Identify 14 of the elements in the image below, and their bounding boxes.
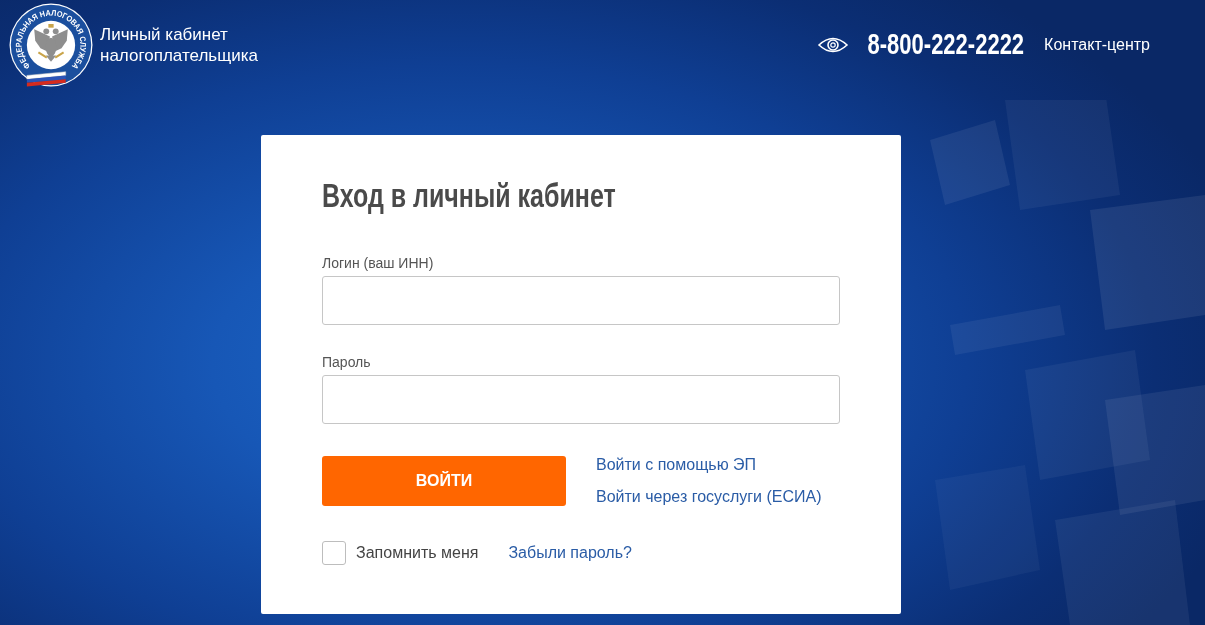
alt-login-link[interactable]: Войти с помощью ЭП: [596, 456, 757, 473]
remember-checkbox[interactable]: [322, 541, 346, 565]
input-field[interactable]: [322, 375, 840, 424]
alt-login-link[interactable]: Войти через госуслуги (ЕСИА): [596, 488, 822, 505]
forgot-password-link[interactable]: Забыли пароль?: [508, 543, 632, 563]
contact-center-link[interactable]: Контакт-центр: [1044, 36, 1150, 54]
input-field[interactable]: [322, 276, 840, 325]
eye-icon[interactable]: [817, 36, 848, 54]
login-title: Вход в личный кабинет: [322, 175, 616, 216]
phone-number: 8-800-222-2222: [867, 28, 1025, 62]
site-title: Личный кабинет налогоплательщика: [100, 24, 259, 66]
field-label: Пароль: [322, 353, 371, 371]
remember-label: Запомнить меня: [356, 543, 479, 563]
field-label: Логин (ваш ИНН): [322, 254, 434, 272]
